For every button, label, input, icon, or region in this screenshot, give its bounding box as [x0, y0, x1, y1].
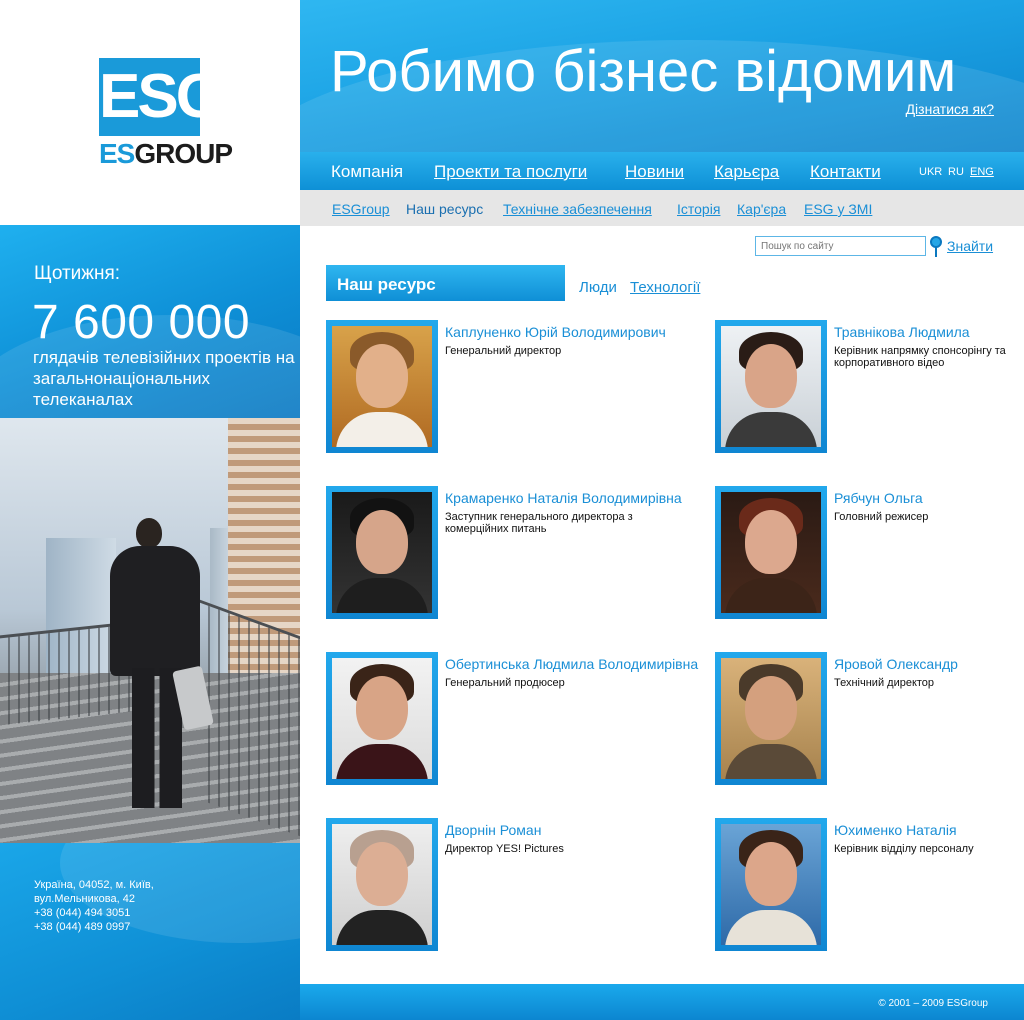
person-name[interactable]: Яровой Олександр: [834, 656, 958, 672]
railing-right: [200, 599, 300, 837]
logo-area: ESG ESGROUP: [0, 0, 300, 225]
main-nav: Компанія Проекти та послуги Новини Карьє…: [300, 152, 1024, 190]
subnav-history[interactable]: Історія: [677, 201, 720, 217]
phone-2: +38 (044) 489 0997: [34, 921, 131, 933]
nav-company[interactable]: Компанія: [331, 162, 403, 182]
search-icon[interactable]: [930, 236, 942, 258]
person-photo[interactable]: [715, 320, 827, 453]
nav-contacts[interactable]: Контакти: [810, 162, 881, 182]
logo-word-es: ES: [99, 138, 135, 169]
stat-description: глядачів телевізійних проектів на загаль…: [33, 348, 295, 409]
phone-1: +38 (044) 494 3051: [34, 907, 131, 919]
logo-wordmark: ESGROUP: [99, 138, 233, 170]
slogan: Робимо бізнес відомим: [330, 39, 957, 104]
stat-number: 7 600 000: [32, 296, 251, 349]
person-card: Обертинська Людмила Володимирівна Генера…: [326, 652, 698, 787]
logo-mark: ESG: [99, 62, 224, 131]
sub-nav: ESGroup Наш ресурс Технічне забезпечення…: [300, 190, 1024, 226]
person-card: Травнікова Людмила Керівник напрямку спо…: [715, 320, 1024, 455]
businessman-figure: [110, 518, 214, 818]
person-role: Генеральний директор: [445, 345, 562, 357]
person-card: Каплуненко Юрій Володимирович Генеральни…: [326, 320, 686, 455]
logo-word-group: GROUP: [134, 138, 233, 169]
person-card: Дворнін Роман Директор YES! Pictures: [326, 818, 686, 953]
subnav-career[interactable]: Кар'єра: [737, 201, 786, 217]
subnav-esgroup[interactable]: ESGroup: [332, 201, 390, 217]
person-photo[interactable]: [715, 818, 827, 951]
person-card: Рябчун Ольга Головний режисер: [715, 486, 1024, 621]
person-role: Директор YES! Pictures: [445, 843, 564, 855]
tab-people[interactable]: Люди: [579, 279, 617, 296]
lang-eng[interactable]: ENG: [970, 166, 994, 178]
tab-technologies[interactable]: Технології: [630, 279, 700, 296]
person-photo[interactable]: [326, 486, 438, 619]
person-photo[interactable]: [326, 652, 438, 785]
lang-ukr[interactable]: UKR: [919, 166, 942, 178]
businessman-stairs-photo: [0, 418, 300, 843]
person-role: Технічний директор: [834, 677, 935, 689]
search-input[interactable]: [755, 236, 926, 256]
logo[interactable]: ESG: [99, 58, 224, 136]
person-photo[interactable]: [326, 818, 438, 951]
person-card: Крамаренко Наталія Володимирівна Заступн…: [326, 486, 686, 621]
tab-our-resource[interactable]: Наш ресурс: [326, 265, 565, 301]
header-banner: Робимо бізнес відомим Дізнатися як?: [300, 0, 1024, 152]
person-photo[interactable]: [715, 652, 827, 785]
person-photo[interactable]: [326, 320, 438, 453]
copyright: © 2001 – 2009 ESGroup: [878, 998, 988, 1009]
nav-career[interactable]: Карьєра: [714, 162, 779, 182]
person-name[interactable]: Каплуненко Юрій Володимирович: [445, 324, 666, 340]
learn-how-link[interactable]: Дізнатися як?: [906, 101, 994, 117]
subnav-our-resource[interactable]: Наш ресурс: [406, 201, 483, 217]
person-name[interactable]: Травнікова Людмила: [834, 324, 970, 340]
search-button[interactable]: Знайти: [947, 238, 993, 254]
person-role: Заступник генерального директора з комер…: [445, 511, 633, 535]
left-column: ESG ESGROUP Щотижня: 7 600 000 глядачів …: [0, 0, 300, 1020]
person-name[interactable]: Юхименко Наталія: [834, 822, 957, 838]
nav-news[interactable]: Новини: [625, 162, 684, 182]
subnav-tech[interactable]: Технічне забезпечення: [503, 201, 652, 217]
person-role: Керівник відділу персоналу: [834, 843, 974, 855]
address-block: Україна, 04052, м. Київ, вул.Мельникова,…: [0, 843, 300, 1020]
address: Україна, 04052, м. Київ, вул.Мельникова,…: [34, 878, 154, 934]
person-card: Яровой Олександр Технічний директор: [715, 652, 1024, 787]
person-photo[interactable]: [715, 486, 827, 619]
address-line-2: вул.Мельникова, 42: [34, 893, 135, 905]
person-name[interactable]: Рябчун Ольга: [834, 490, 923, 506]
person-name[interactable]: Крамаренко Наталія Володимирівна: [445, 490, 682, 506]
person-card: Юхименко Наталія Керівник відділу персон…: [715, 818, 1024, 953]
stat-label: Щотижня:: [34, 263, 121, 284]
nav-projects[interactable]: Проекти та послуги: [434, 162, 587, 182]
lang-ru[interactable]: RU: [948, 166, 964, 178]
weekly-stat-banner: Щотижня: 7 600 000 глядачів телевізійних…: [0, 225, 300, 418]
footer: © 2001 – 2009 ESGroup: [300, 984, 1024, 1020]
person-role: Головний режисер: [834, 511, 929, 523]
address-line-1: Україна, 04052, м. Київ,: [34, 879, 154, 891]
subnav-esg-media[interactable]: ESG у ЗМІ: [804, 201, 872, 217]
person-role: Керівник напрямку спонсорінгу та корпора…: [834, 345, 1006, 369]
person-role: Генеральний продюсер: [445, 677, 565, 689]
person-name[interactable]: Дворнін Роман: [445, 822, 541, 838]
person-name[interactable]: Обертинська Людмила Володимирівна: [445, 656, 698, 672]
